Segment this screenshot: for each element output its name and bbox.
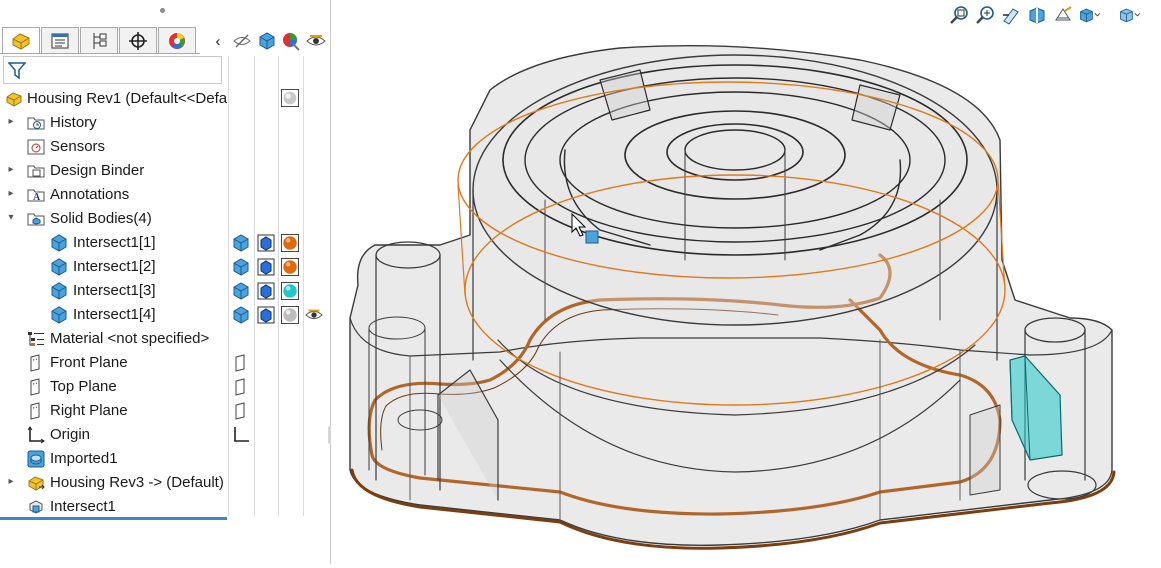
feature-manager-panel: ‹ Housing Rev1 (Default<<Defa ▸ History	[0, 0, 331, 564]
dimxpert-icon	[129, 31, 147, 50]
annotations-icon: A	[27, 189, 45, 203]
main-cylinder-top	[472, 54, 998, 326]
shaded-edges-icon[interactable]	[257, 282, 275, 300]
tree-item-body-3[interactable]: Intersect1[3]	[0, 279, 330, 303]
panel-grip[interactable]	[160, 8, 165, 13]
history-folder-icon	[27, 117, 45, 130]
appearance-swatch[interactable]	[281, 306, 299, 324]
plane-icon	[30, 402, 40, 420]
tree-item-material[interactable]: Material <not specified>	[0, 327, 330, 351]
tab-configuration-manager[interactable]	[80, 27, 118, 53]
tree-item-body-2[interactable]: Intersect1[2]	[0, 255, 330, 279]
tree-root[interactable]: Housing Rev1 (Default<<Defa	[0, 87, 330, 111]
part-icon	[6, 92, 22, 107]
solid-body-icon	[51, 258, 67, 276]
tree-item-housing-rev3[interactable]: ▸ Housing Rev3 -> (Default)	[0, 471, 330, 495]
tab-dimxpert-manager[interactable]	[119, 27, 157, 53]
appearance-icon[interactable]	[281, 31, 301, 51]
tree-item-history[interactable]: ▸ History	[0, 111, 330, 135]
display-mode-icon[interactable]	[257, 31, 277, 51]
design-binder-icon	[27, 165, 45, 178]
housing-model	[349, 45, 1116, 550]
display-mode-icon[interactable]	[232, 234, 250, 252]
origin-icon	[27, 426, 45, 444]
collapse-left-icon[interactable]: ‹	[208, 31, 228, 51]
tree-item-top-plane[interactable]: Top Plane	[0, 375, 330, 399]
solid-body-icon	[51, 282, 67, 300]
imported-body-icon	[27, 450, 45, 468]
shaded-edges-icon[interactable]	[257, 258, 275, 276]
section-view-icon[interactable]	[1026, 4, 1048, 26]
zoom-to-fit-icon[interactable]	[948, 4, 970, 26]
feature-manager-icon	[12, 32, 30, 50]
transparency-eye-icon[interactable]	[305, 306, 323, 324]
expand-arrow-icon[interactable]: ▸	[5, 115, 17, 129]
solid-bodies-folder-icon	[27, 213, 45, 226]
part-reference-icon	[28, 476, 45, 491]
plane-visibility-icon[interactable]	[232, 378, 250, 396]
manager-tabs: ‹	[0, 27, 330, 54]
tree-item-body-4[interactable]: Intersect1[4]	[0, 303, 330, 327]
sensors-icon	[27, 139, 45, 155]
zoom-to-area-icon[interactable]	[974, 4, 996, 26]
expand-arrow-icon[interactable]: ▸	[5, 163, 17, 177]
plane-icon	[30, 378, 40, 396]
plane-icon	[30, 354, 40, 372]
material-icon	[28, 332, 44, 346]
display-style-icon[interactable]	[1118, 4, 1140, 26]
display-mode-icon[interactable]	[232, 282, 250, 300]
tree-item-annotations[interactable]: ▸ A Annotations	[0, 183, 330, 207]
hide-show-icon[interactable]	[232, 31, 252, 51]
tree-item-right-plane[interactable]: Right Plane	[0, 399, 330, 423]
tree-item-origin[interactable]: Origin	[0, 423, 330, 447]
appearance-swatch[interactable]	[281, 258, 299, 276]
tree-item-solid-bodies[interactable]: ▾ Solid Bodies(4)	[0, 207, 330, 231]
solid-body-icon	[51, 306, 67, 324]
configuration-manager-icon	[93, 32, 107, 49]
expand-arrow-icon[interactable]: ▸	[5, 475, 17, 489]
intersect-feature-icon	[29, 500, 43, 514]
display-mode-icon[interactable]	[232, 258, 250, 276]
shaded-edges-icon[interactable]	[257, 234, 275, 252]
shaded-edges-icon[interactable]	[257, 306, 275, 324]
tree-item-body-1[interactable]: Intersect1[1]	[0, 231, 330, 255]
tab-property-manager[interactable]	[41, 27, 79, 53]
property-manager-icon	[51, 33, 69, 48]
solid-body-icon	[51, 234, 67, 252]
filter-icon	[8, 62, 26, 80]
tree-item-front-plane[interactable]: Front Plane	[0, 351, 330, 375]
plane-visibility-icon[interactable]	[232, 354, 250, 372]
graphics-area[interactable]	[331, 0, 1161, 564]
plane-visibility-icon[interactable]	[232, 402, 250, 420]
appearance-swatch[interactable]	[281, 234, 299, 252]
collapse-arrow-icon[interactable]: ▾	[5, 211, 17, 225]
dynamic-annotation-icon[interactable]	[1052, 4, 1074, 26]
tab-feature-manager[interactable]	[2, 27, 40, 53]
display-manager-icon	[169, 32, 185, 49]
appearance-swatch[interactable]	[281, 282, 299, 300]
tab-display-manager[interactable]	[158, 27, 196, 53]
rollback-bar[interactable]	[0, 517, 227, 520]
previous-view-icon[interactable]	[1000, 4, 1022, 26]
root-label: Housing Rev1 (Default<<Defa	[27, 90, 228, 107]
view-orientation-icon[interactable]	[1078, 4, 1100, 26]
tree-filter-input[interactable]	[3, 56, 222, 84]
tree-item-design-binder[interactable]: ▸ Design Binder	[0, 159, 330, 183]
root-appearance-swatch[interactable]	[281, 89, 299, 107]
expand-arrow-icon[interactable]: ▸	[5, 187, 17, 201]
origin-visibility-icon[interactable]	[232, 426, 250, 444]
tree-item-imported1[interactable]: Imported1	[0, 447, 330, 471]
transparency-eye-icon[interactable]	[306, 31, 326, 51]
display-mode-icon[interactable]	[232, 306, 250, 324]
tree-item-sensors[interactable]: Sensors	[0, 135, 330, 159]
selection-marker	[585, 230, 599, 244]
svg-text:A: A	[33, 192, 41, 203]
tree-item-intersect1[interactable]: Intersect1	[0, 495, 330, 519]
